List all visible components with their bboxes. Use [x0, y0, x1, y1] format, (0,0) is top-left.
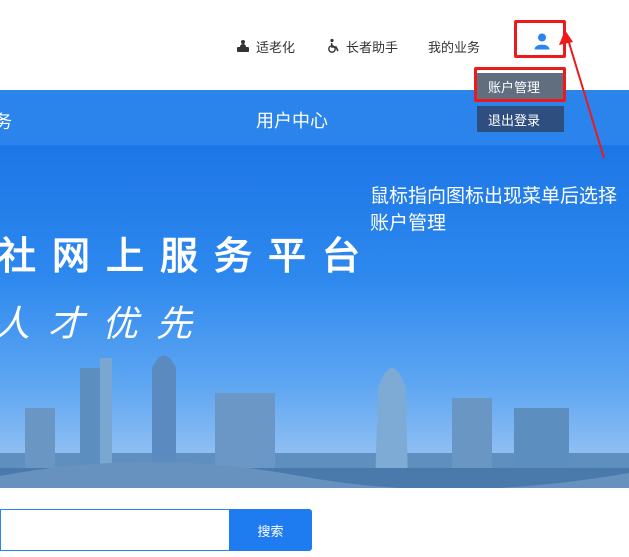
senior-assistant-label: 长者助手 — [346, 40, 399, 56]
top-links: 适老化 长者助手 我的业务 — [235, 36, 480, 56]
my-business-link[interactable]: 我的业务 — [428, 37, 480, 56]
banner-title: 社网上服务平台 — [0, 234, 377, 278]
banner-slogan: 人才优先 — [0, 304, 211, 345]
instruction-annotation: 鼠标指向图标出现菜单后选择账户管理 — [370, 185, 618, 234]
nav-item-services[interactable]: 务 — [0, 108, 12, 134]
hero-banner: 社网上服务平台 人才优先 鼠标指向图标出现菜单后选择账户管理 — [0, 145, 629, 488]
user-icon-highlight — [514, 20, 566, 58]
menu-item-logout[interactable]: 退出登录 — [477, 106, 564, 132]
wheelchair-icon — [328, 38, 339, 53]
search-field[interactable] — [0, 509, 229, 551]
elderly-care-icon — [237, 40, 249, 52]
nav-item-user-center[interactable]: 用户中心 — [256, 107, 328, 133]
account-management-highlight — [474, 67, 566, 102]
search-input[interactable] — [1, 510, 229, 550]
elderly-mode-link[interactable]: 适老化 — [235, 37, 295, 56]
city-skyline-illustration — [0, 355, 629, 488]
senior-assistant-link[interactable]: 长者助手 — [325, 37, 398, 56]
my-business-label: 我的业务 — [428, 40, 481, 56]
elderly-mode-label: 适老化 — [256, 40, 296, 56]
search-button[interactable]: 搜索 — [229, 509, 312, 551]
